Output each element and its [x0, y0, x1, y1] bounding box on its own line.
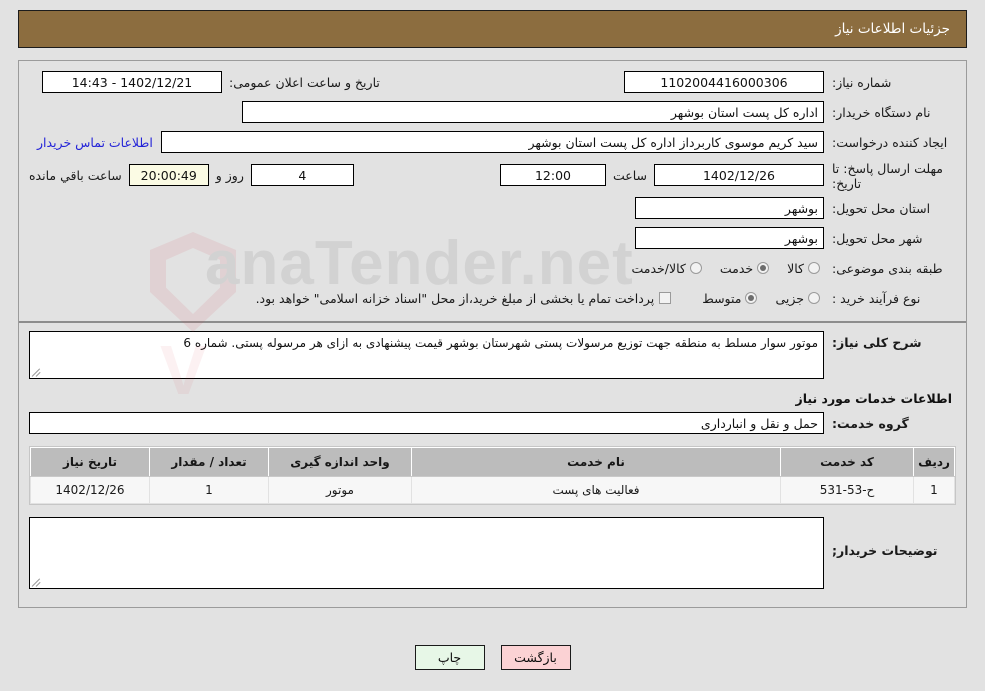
category-option-kala-khedmat[interactable]: کالا/خدمت [617, 261, 705, 276]
th-row-number: ردیف [913, 447, 955, 477]
row-subject-category: طبقه بندی موضوعی: کالا خدمت کالا/خدمت [29, 255, 956, 281]
row-delivery-province: استان محل تحویل: بوشهر [29, 195, 956, 221]
general-description-section: شرح کلی نیاز: موتور سوار مسلط به منطقه ج… [19, 323, 966, 385]
services-table-body: 1 ح-53-531 فعالیت های پست موتور 1 1402/1… [30, 476, 955, 504]
cell-service-name: فعالیت های پست [411, 476, 781, 504]
services-table-header-row: ردیف کد خدمت نام خدمت واحد اندازه گیری ت… [30, 447, 955, 477]
row-request-creator: ایجاد کننده درخواست: سید کریم موسوی کارب… [29, 129, 956, 155]
city-value: بوشهر [635, 227, 824, 249]
buyer-org-value: اداره کل پست استان بوشهر [242, 101, 824, 123]
category-radio-kala[interactable] [808, 262, 820, 274]
process-radio-jozei-label: جزیی [775, 290, 804, 306]
treasury-bond-checkbox[interactable] [659, 292, 672, 304]
services-table-wrapper: ردیف کد خدمت نام خدمت واحد اندازه گیری ت… [29, 446, 956, 505]
th-service-name: نام خدمت [411, 447, 781, 477]
services-table-head: ردیف کد خدمت نام خدمت واحد اندازه گیری ت… [30, 447, 955, 477]
remaining-days-label: روز و [215, 167, 244, 183]
countdown-timer-value: 20:00:49 [128, 164, 209, 186]
row-service-group: گروه خدمت: حمل و نقل و انبارداری [29, 410, 956, 436]
deadline-label: مهلت ارسال پاسخ: تا تاریخ: [832, 161, 943, 191]
category-radio-kala-khedmat[interactable] [689, 262, 702, 274]
public-announce-label: تاریخ و ساعت اعلان عمومی: [229, 74, 380, 90]
row-buyer-notes: توضیحات خریدار; [29, 517, 956, 589]
category-radio-kala-khedmat-label: کالا/خدمت [631, 260, 686, 276]
category-radio-kala-label: کالا [787, 260, 804, 276]
services-table: ردیف کد خدمت نام خدمت واحد اندازه گیری ت… [30, 447, 955, 504]
category-radio-khedmat[interactable] [757, 262, 770, 274]
page-title-bar: جزئیات اطلاعات نیاز [18, 10, 967, 48]
deadline-date-value: 1402/12/26 [654, 164, 824, 186]
treasury-bond-option[interactable]: پرداخت تمام یا بخشی از مبلغ خرید،از محل … [256, 291, 677, 306]
category-label: طبقه بندی موضوعی: [832, 260, 943, 276]
process-option-jozei[interactable]: جزیی [761, 291, 824, 306]
services-section: اطلاعات خدمات مورد نیاز گروه خدمت: حمل و… [19, 385, 966, 436]
category-radio-khedmat-label: خدمت [719, 260, 754, 276]
cell-need-date: 1402/12/26 [30, 476, 150, 504]
countdown-label: ساعت باقي مانده [29, 167, 122, 183]
service-group-label: گروه خدمت: [832, 415, 909, 431]
category-option-khedmat[interactable]: خدمت [706, 261, 773, 276]
treasury-bond-label: پرداخت تمام یا بخشی از مبلغ خرید،از محل … [255, 290, 655, 306]
print-button[interactable]: چاپ [414, 645, 485, 670]
th-service-code: کد خدمت [780, 447, 914, 477]
cell-service-code: ح-53-531 [780, 476, 914, 504]
page-title: جزئیات اطلاعات نیاز [835, 21, 950, 37]
resize-grip-icon-notes [31, 577, 42, 587]
remaining-days-value: 4 [250, 164, 354, 186]
category-option-kala[interactable]: کالا [773, 261, 824, 276]
requester-value: سید کریم موسوی کاربرداز اداره کل پست است… [160, 131, 824, 153]
row-response-deadline: مهلت ارسال پاسخ: تا تاریخ: 1402/12/26 سا… [29, 159, 956, 191]
row-general-description: شرح کلی نیاز: موتور سوار مسلط به منطقه ج… [29, 331, 956, 379]
requester-label: ایجاد کننده درخواست: [832, 134, 948, 150]
service-group-value: حمل و نقل و انبارداری [29, 412, 824, 434]
cell-quantity: 1 [149, 476, 269, 504]
buyer-contact-link[interactable]: اطلاعات تماس خریدار [29, 135, 161, 150]
back-button[interactable]: بازگشت [500, 645, 571, 670]
process-option-motevaset[interactable]: متوسط [688, 291, 761, 306]
row-delivery-city: شهر محل تحویل: بوشهر [29, 225, 956, 251]
province-label: استان محل تحویل: [832, 200, 931, 216]
need-number-value: 1102004416000306 [624, 71, 824, 93]
need-details-panel: شماره نیاز: 1102004416000306 تاریخ و ساع… [18, 60, 967, 608]
footer-actions: بازگشت چاپ [0, 645, 985, 670]
process-radio-jozei[interactable] [808, 292, 820, 304]
row-buyer-organisation: نام دستگاه خریدار: اداره کل پست استان بو… [29, 99, 956, 125]
th-unit: واحد اندازه گیری [268, 447, 412, 477]
need-number-label: شماره نیاز: [832, 74, 892, 90]
resize-grip-icon [31, 367, 42, 377]
province-value: بوشهر [635, 197, 824, 219]
process-label: نوع فرآیند خرید : [832, 290, 921, 306]
buyer-org-label: نام دستگاه خریدار: [832, 104, 931, 120]
description-text: موتور سوار مسلط به منطقه جهت توزیع مرسول… [183, 336, 818, 350]
table-row: 1 ح-53-531 فعالیت های پست موتور 1 1402/1… [30, 476, 955, 504]
deadline-time-value: 12:00 [499, 164, 606, 186]
need-summary-section: شماره نیاز: 1102004416000306 تاریخ و ساع… [19, 61, 966, 323]
process-radio-motevaset-label: متوسط [702, 290, 742, 306]
public-announce-value: 1402/12/21 - 14:43 [42, 71, 222, 93]
th-quantity: تعداد / مقدار [149, 447, 269, 477]
process-radio-motevaset[interactable] [745, 292, 758, 304]
row-purchase-process: نوع فرآیند خرید : جزیی متوسط پرداخت تمام… [29, 285, 956, 311]
th-need-date: تاریخ نیاز [30, 447, 150, 477]
cell-unit: موتور [268, 476, 412, 504]
city-label: شهر محل تحویل: [832, 230, 923, 246]
description-label: شرح کلی نیاز: [832, 335, 922, 350]
buyer-notes-section: توضیحات خریدار; [19, 505, 966, 607]
buyer-notes-textarea[interactable] [29, 517, 824, 589]
buyer-notes-label: توضیحات خریدار; [832, 543, 938, 558]
row-need-number: شماره نیاز: 1102004416000306 تاریخ و ساع… [29, 69, 956, 95]
description-value: موتور سوار مسلط به منطقه جهت توزیع مرسول… [29, 331, 824, 379]
services-section-title: اطلاعات خدمات مورد نیاز [795, 391, 953, 406]
cell-row-number: 1 [913, 476, 955, 504]
deadline-hour-label: ساعت [612, 167, 647, 183]
